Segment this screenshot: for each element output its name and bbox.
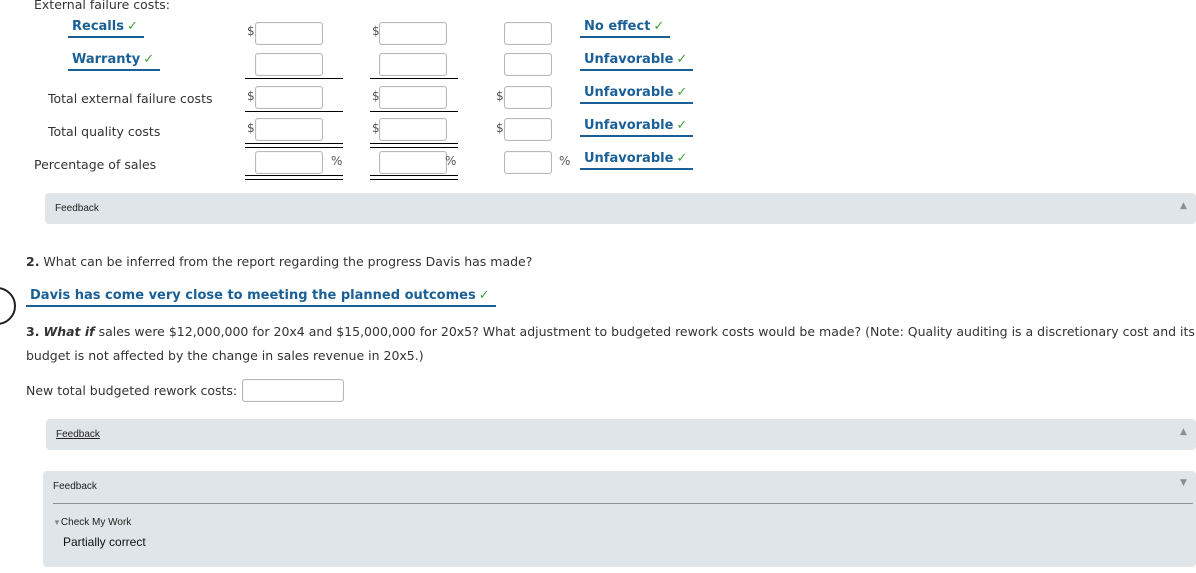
row-label: Percentage of sales (34, 157, 157, 172)
new-rework-costs-input[interactable] (242, 379, 344, 402)
warranty-effect-select[interactable]: Unfavorable ✓ (580, 52, 694, 71)
feedback-panel[interactable]: Feedback ▲ (45, 193, 1196, 224)
check-icon: ✓ (143, 52, 155, 67)
row-label-select-recalls[interactable]: Recalls ✓ (68, 19, 144, 38)
total-double-rule (370, 175, 458, 180)
row-label: Total quality costs (48, 124, 161, 139)
subtotal-rule (370, 78, 458, 79)
q2-answer-select[interactable]: Davis has come very close to meeting the… (26, 288, 496, 307)
check-icon: ✓ (676, 151, 688, 166)
select-value: Davis has come very close to meeting the… (30, 288, 476, 303)
recalls-budget-input[interactable] (379, 22, 447, 45)
warranty-actual-input[interactable] (255, 53, 323, 76)
total-quality-actual-input[interactable] (255, 118, 323, 141)
select-value: No effect (584, 19, 651, 34)
total-double-rule (245, 143, 343, 148)
percent-actual-input[interactable] (255, 151, 323, 174)
feedback-panel-expanded: Feedback ▼ ▼Check My Work Partially corr… (43, 471, 1196, 567)
question-text: sales were $12,000,000 for 20x4 and $15,… (94, 324, 1195, 339)
check-icon: ✓ (676, 85, 688, 100)
check-my-work-toggle[interactable]: ▼Check My Work (53, 517, 131, 528)
total-double-rule (370, 143, 458, 148)
feedback-link[interactable]: Feedback (56, 429, 100, 440)
percent-effect-select[interactable]: Unfavorable ✓ (580, 151, 694, 170)
percent-variance-input[interactable] (504, 151, 552, 174)
select-value: Unfavorable (584, 85, 674, 100)
question-3-line2: budget is not affected by the change in … (26, 348, 424, 363)
divider (53, 503, 1193, 504)
currency-symbol: $ (247, 89, 255, 103)
caret-down-icon: ▼ (53, 518, 61, 527)
subtotal-rule (370, 111, 458, 112)
what-if-emphasis: What if (43, 324, 95, 339)
select-value: Unfavorable (584, 52, 674, 67)
percent-budget-input[interactable] (379, 151, 447, 174)
question-3: 3. What if sales were $12,000,000 for 20… (26, 324, 1195, 339)
subtotal-rule (245, 78, 343, 79)
section-heading: External failure costs: (34, 0, 170, 12)
collapse-up-icon[interactable]: ▲ (1180, 427, 1187, 437)
recalls-effect-select[interactable]: No effect ✓ (580, 19, 671, 38)
row-label-select-warranty[interactable]: Warranty ✓ (68, 52, 161, 71)
rework-input-label: New total budgeted rework costs: $ (26, 383, 250, 398)
percent-symbol: % (559, 154, 571, 168)
warranty-budget-input[interactable] (379, 53, 447, 76)
total-quality-effect-select[interactable]: Unfavorable ✓ (580, 118, 694, 137)
question-text: What can be inferred from the report reg… (39, 254, 533, 269)
select-value: Warranty (72, 52, 141, 67)
question-number: 2. (26, 254, 40, 269)
check-icon: ✓ (676, 118, 688, 133)
question-number: 3. (26, 324, 40, 339)
feedback-label: Feedback (53, 481, 97, 492)
feedback-panel[interactable]: Feedback ▲ (46, 419, 1196, 450)
subtotal-rule (245, 111, 343, 112)
check-my-work-label: Check My Work (60, 517, 132, 528)
collapse-up-icon[interactable]: ▲ (1180, 201, 1187, 211)
total-quality-variance-input[interactable] (504, 118, 552, 141)
check-icon: ✓ (676, 52, 688, 67)
currency-symbol: $ (496, 89, 504, 103)
total-double-rule (245, 175, 343, 180)
check-icon: ✓ (653, 19, 665, 34)
select-value: Unfavorable (584, 151, 674, 166)
currency-symbol: $ (247, 24, 255, 38)
total-external-effect-select[interactable]: Unfavorable ✓ (580, 85, 694, 104)
check-icon: ✓ (126, 19, 138, 34)
warranty-variance-input[interactable] (504, 53, 552, 76)
total-external-variance-input[interactable] (504, 86, 552, 109)
status-text: Partially correct (63, 535, 146, 549)
percent-symbol: % (445, 154, 457, 168)
recalls-variance-input[interactable] (504, 22, 552, 45)
currency-symbol: $ (247, 121, 255, 135)
question-2: 2. What can be inferred from the report … (26, 254, 532, 269)
select-value: Recalls (72, 19, 124, 34)
row-label: Total external failure costs (48, 91, 213, 106)
total-external-actual-input[interactable] (255, 86, 323, 109)
feedback-label: Feedback (55, 203, 99, 214)
check-icon: ✓ (478, 288, 490, 303)
expand-down-icon[interactable]: ▼ (1180, 478, 1187, 488)
total-external-budget-input[interactable] (379, 86, 447, 109)
currency-symbol: $ (496, 121, 504, 135)
recalls-actual-input[interactable] (255, 22, 323, 45)
total-quality-budget-input[interactable] (379, 118, 447, 141)
percent-symbol: % (331, 154, 343, 168)
select-value: Unfavorable (584, 118, 674, 133)
cursor-circle-icon (0, 287, 16, 325)
